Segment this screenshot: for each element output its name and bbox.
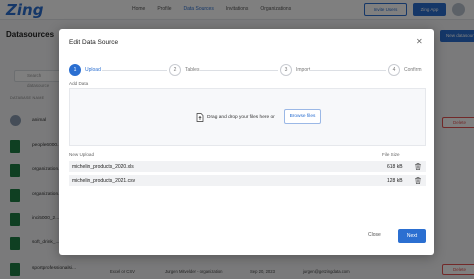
- trash-icon[interactable]: [415, 163, 421, 170]
- step-number: 4: [388, 64, 400, 76]
- close-icon[interactable]: ✕: [416, 37, 423, 46]
- new-upload-header: New Upload: [69, 152, 95, 157]
- step-number: 3: [280, 64, 292, 76]
- step-connector: [200, 70, 278, 71]
- browse-files-button[interactable]: Browse files: [284, 109, 321, 124]
- step-label: Confirm: [404, 67, 422, 73]
- dialog-title: Edit Data Source: [69, 39, 119, 46]
- upload-icon: [196, 113, 204, 122]
- file-name: michelin_products_2020.xls: [72, 164, 134, 170]
- step-connector: [102, 70, 167, 71]
- file-name: michelin_products_2021.csv: [72, 178, 136, 184]
- step-connector: [309, 70, 386, 71]
- file-size: 618 kB: [387, 164, 403, 170]
- close-button[interactable]: Close: [368, 232, 381, 238]
- drop-instructions: Drag and drop your files here or: [207, 115, 275, 120]
- file-row: michelin_products_2021.csv 128 kB: [69, 175, 426, 186]
- add-data-label: Add Data: [69, 81, 89, 86]
- trash-icon[interactable]: [415, 177, 421, 184]
- step-number: 1: [69, 64, 81, 76]
- step-number: 2: [169, 64, 181, 76]
- file-size-header: File Size: [382, 152, 400, 157]
- file-size: 128 kB: [387, 178, 403, 184]
- file-row: michelin_products_2020.xls 618 kB: [69, 161, 426, 172]
- edit-data-source-dialog: Edit Data Source ✕ 1 Upload 2 Tables 3 I…: [59, 29, 434, 255]
- file-dropzone[interactable]: Drag and drop your files here or Browse …: [69, 88, 426, 146]
- step-label: Upload: [85, 67, 101, 73]
- step-label: Tables: [185, 67, 200, 73]
- next-button[interactable]: Next: [398, 229, 426, 243]
